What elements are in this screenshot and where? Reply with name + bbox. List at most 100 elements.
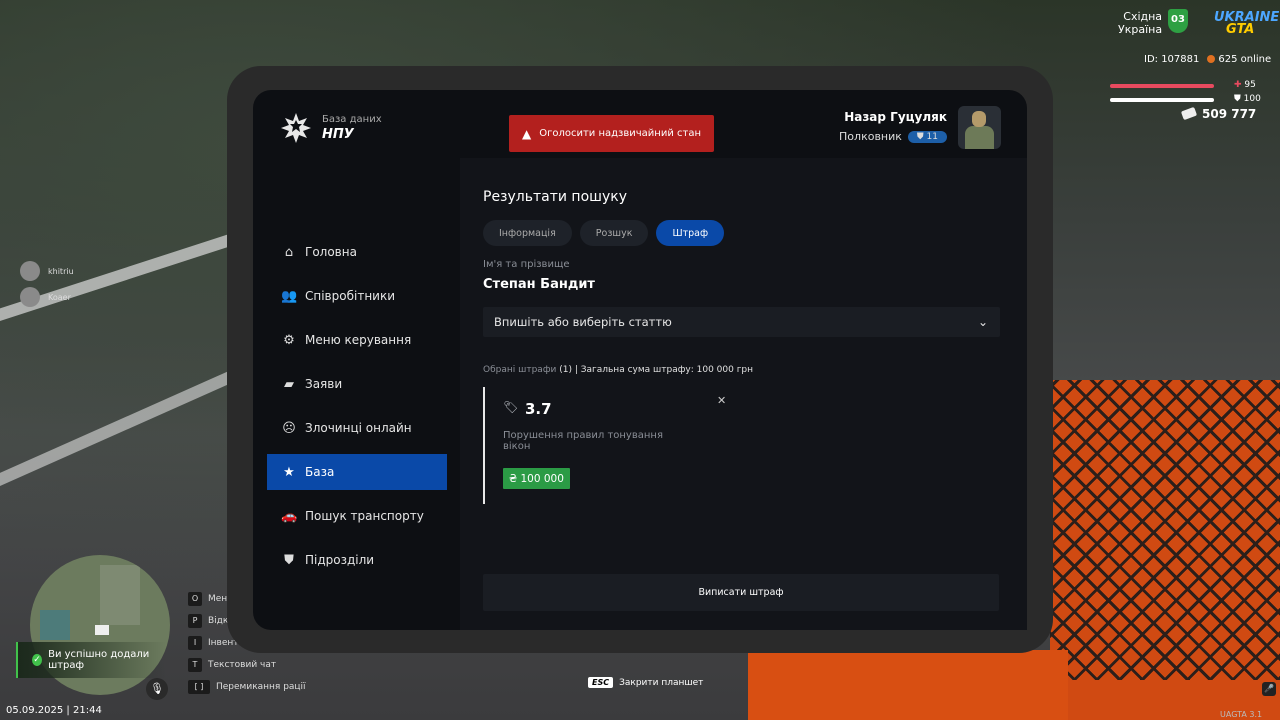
esc-label: Закрити планшет [619,677,704,688]
keybind-row: [ ] Перемикання рації [188,676,306,698]
warning-icon: ▲ [521,126,532,141]
health-value: ✚ 95 [1234,80,1256,90]
person-name: Степан Бандит [483,277,595,292]
home-icon: ⌂ [284,244,294,260]
declare-emergency-button[interactable]: ▲ Оголосити надзвичайний стан [509,115,714,152]
summary-label: Обрані штрафи [483,365,557,375]
player-entry: khitriu [20,258,74,284]
region-label: Східна Україна [1118,10,1162,36]
sidebar-item-database[interactable]: ★ База [267,454,447,490]
region-line2: Україна [1118,23,1163,36]
sidebar-item-applications[interactable]: ▰ Заяви [267,366,447,402]
user-rank-line: Полковник ⛊ 11 [839,130,947,143]
sidebar-item-control-menu[interactable]: ⚙ Меню керування [267,322,447,358]
money-display: 509 777 [1180,106,1257,121]
key-cap: I [188,636,202,650]
date-time: 05.09.2025 | 21:44 [6,705,102,716]
issue-fine-button[interactable]: Виписати штраф [483,574,999,611]
tab-wanted[interactable]: Розшук [579,220,649,246]
user-rank: Полковник [839,130,902,143]
fine-description: Порушення правил тонування вікон [503,430,663,452]
esc-key-cap: ESC [588,677,614,688]
cash-icon [1180,106,1198,121]
user-avatar[interactable] [958,106,1001,149]
chevron-down-icon: ⌄ [977,315,988,329]
sidebar-item-criminals-online[interactable]: ☹ Злочинці онлайн [267,410,447,446]
npu-brand: База даних НПУ [280,112,382,144]
sidebar-item-label: Підрозділи [305,553,375,567]
shield-small-icon: ⛊ [916,131,924,142]
toast-text: Ви успішно додали штраф [48,649,150,671]
armor-text: 100 [1243,94,1261,104]
shield-icon: ⛊ [284,552,294,568]
avatar-head [972,111,986,127]
key-cap: P [188,614,202,628]
player-entry: Koaer [20,284,74,310]
sidebar-item-label: Меню керування [305,333,412,347]
minimap-block [100,565,140,625]
side-buttons: 🎤 [1262,682,1276,700]
sidebar-item-vehicle-search[interactable]: 🚗 Пошук транспорту [267,498,447,534]
car-icon: 🚗 [281,508,298,524]
sidebar-item-home[interactable]: ⌂ Головна [267,234,447,270]
key-cap: T [188,658,202,672]
article-select-placeholder: Впишіть або виберіть статтю [494,315,672,329]
microphone-icon[interactable]: 🎙 [146,678,168,700]
tab-information[interactable]: Інформація [483,220,572,246]
mask-icon: ☹ [282,420,296,436]
armor-value: ⛊ 100 [1234,94,1261,104]
tag-icon: 🏷 [503,400,519,414]
emergency-label: Оголосити надзвичайний стан [539,128,702,139]
fine-article: 3.7 [525,400,552,418]
sidebar-item-label: Пошук транспорту [305,509,424,523]
player-id: ID: 107881 [1144,54,1200,65]
key-label: Перемикання рації [216,682,306,692]
money-value: 509 777 [1202,107,1257,121]
sidebar-item-label: Злочинці онлайн [305,421,412,435]
truck-hood [748,650,1068,720]
sidebar-nav: ⌂ Головна 👥 Співробітники ⚙ Меню керування … [267,234,447,586]
sidebar-item-label: База [305,465,335,479]
sidebar-item-label: Співробітники [305,289,396,303]
user-name: Назар Гуцуляк [844,110,947,124]
brand-title: НПУ [322,127,354,142]
player-marker-icon [95,625,109,635]
player-name: Koaer [48,292,71,302]
user-level-badge: ⛊ 11 [907,130,947,143]
health-bar [1110,84,1214,88]
summary-total: (1) | Загальна сума штрафу: 100 000 грн [556,365,754,375]
result-tabs: Інформація Розшук Штраф [483,220,732,246]
logo-line2: GTA [1226,22,1255,37]
police-emblem-icon [281,113,311,143]
online-dot-icon [1207,55,1216,63]
sidebar-item-label: Заяви [305,377,343,391]
remove-fine-icon[interactable]: ✕ [717,394,726,407]
gear-icon: ⚙ [283,332,295,348]
user-info: Назар Гуцуляк Полковник ⛊ 11 [839,110,947,143]
tab-fine[interactable]: Штраф [656,220,725,246]
truck-roof-rack [1050,380,1280,680]
region-code-badge: 03 [1168,9,1188,33]
article-select[interactable]: Впишіть або виберіть статтю ⌄ [483,307,1000,337]
name-label: Ім'я та прізвище [483,259,570,270]
folder-icon: ▰ [284,376,294,392]
sidebar-item-employees[interactable]: 👥 Співробітники [267,278,447,314]
mic-small-icon[interactable]: 🎤 [1262,682,1276,696]
player-avatar [20,261,40,281]
armor-shield-icon: ⛊ [1234,94,1241,104]
sidebar-item-label: Головна [305,245,357,259]
close-tablet-hint: ESC Закрити планшет [588,677,703,688]
fine-card: 🏷 3.7 ✕ Порушення правил тонування вікон… [483,387,737,504]
sidebar-item-units[interactable]: ⛊ Підрозділи [267,542,447,578]
fines-summary: Обрані штрафи (1) | Загальна сума штрафу… [483,365,753,375]
check-icon: ✓ [32,654,43,666]
health-cross-icon: ✚ [1234,80,1242,90]
minimap-pond [40,610,70,640]
key-cap: [ ] [188,680,210,694]
user-level: 11 [926,131,938,142]
health-text: 95 [1244,80,1256,90]
nearby-players: khitriu Koaer [20,258,74,310]
key-label: Текстовий чат [208,660,277,670]
player-name: khitriu [48,266,74,276]
avatar-body [965,126,994,149]
